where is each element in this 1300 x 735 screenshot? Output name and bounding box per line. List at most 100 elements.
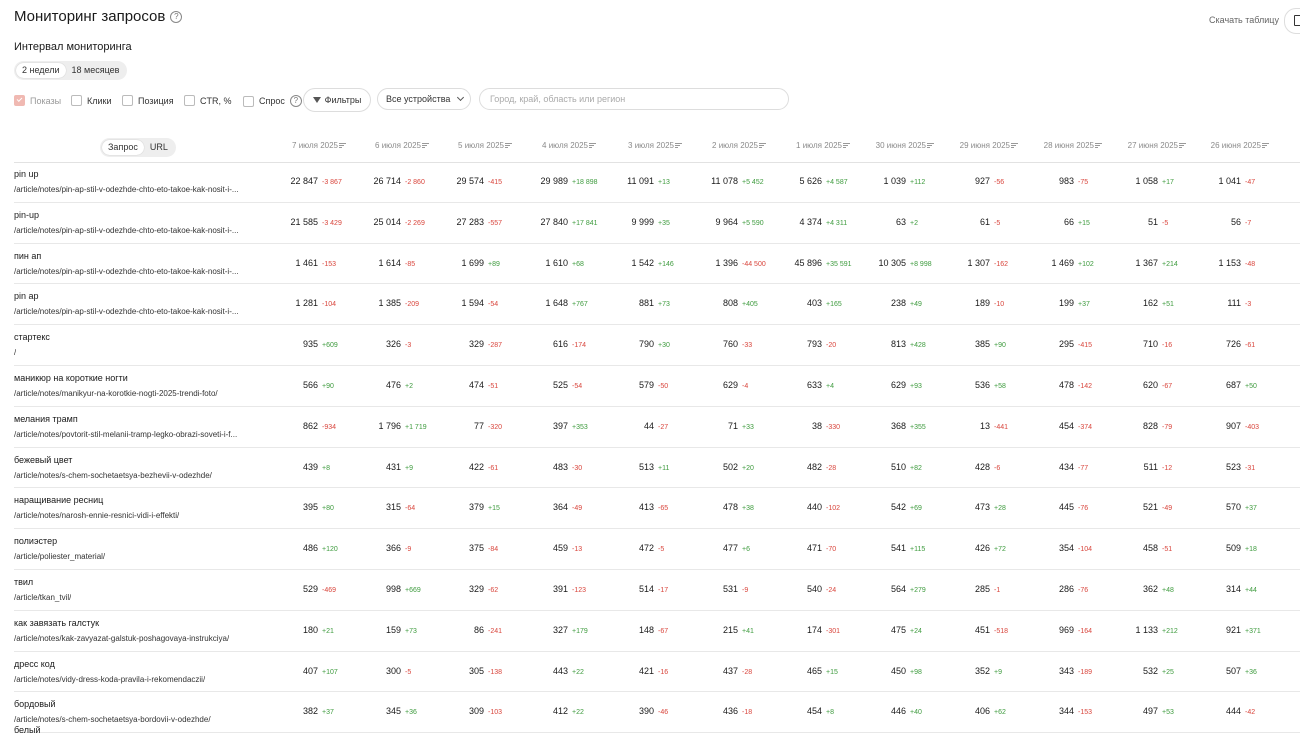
metric-delta: +212	[1162, 627, 1178, 635]
help-icon[interactable]: ?	[170, 10, 183, 23]
metric-value: 343	[1058, 665, 1074, 676]
metric-value: 10 305	[878, 257, 906, 268]
metric-delta: -44 500	[742, 260, 766, 268]
checkbox-clicks[interactable]: Клики	[71, 95, 112, 106]
metric-delta: -5	[1162, 219, 1169, 227]
sort-icon[interactable]	[505, 142, 512, 149]
region-input[interactable]	[479, 88, 789, 110]
date-column-header[interactable]: 26 июня 2025	[1211, 141, 1269, 150]
table-row[interactable]: pin up/article/notes/pin-ap-stil-v-odezh…	[14, 162, 1300, 203]
sort-icon[interactable]	[927, 142, 934, 149]
view-option-query[interactable]: Запрос	[102, 140, 144, 155]
metric-delta: -138	[488, 668, 503, 676]
date-column-header[interactable]: 27 июня 2025	[1128, 141, 1186, 150]
metric-delta: -62	[488, 586, 499, 594]
table-row[interactable]: твил/article/tkan_tvil/529 -469 998 +669 329…	[14, 570, 1300, 611]
checkbox-ctr[interactable]: CTR, %	[184, 95, 232, 106]
url-link[interactable]: /article/poliester_material/	[14, 552, 105, 561]
filters-button[interactable]: Фильтры	[303, 88, 371, 112]
checkbox-box[interactable]	[71, 95, 82, 106]
sort-icon[interactable]	[589, 142, 596, 149]
table-row[interactable]: наращивание ресниц/article/notes/narosh-…	[14, 488, 1300, 530]
date-column-header[interactable]: 29 июня 2025	[960, 141, 1018, 150]
date-column-header[interactable]: 4 июля 2025	[542, 141, 596, 150]
metric-value: 478	[722, 502, 738, 513]
metric-cell: 1 367 +214	[1118, 258, 1177, 268]
table-row[interactable]: маникюр на короткие ногти/article/notes/…	[14, 366, 1300, 407]
download-table-label[interactable]: Скачать таблицу	[1209, 15, 1279, 25]
checkbox-box[interactable]	[122, 95, 133, 106]
metric-cell: 687 +50	[1201, 380, 1257, 390]
url-link[interactable]: /article/notes/povtorit-stil-melanii-tra…	[14, 430, 237, 439]
table-row[interactable]: полиэстер/article/poliester_material/486…	[14, 529, 1300, 570]
url-link[interactable]: /article/notes/pin-ap-stil-v-odezhde-cht…	[14, 267, 239, 276]
sort-icon[interactable]	[759, 142, 766, 149]
metric-delta: -49	[1162, 505, 1173, 513]
table-row[interactable]: бордовый/article/notes/s-chem-sochetaets…	[14, 692, 1300, 734]
metric-value: 189	[974, 298, 990, 309]
checkbox-box[interactable]	[184, 95, 195, 106]
date-column-header[interactable]: 30 июня 2025	[876, 141, 934, 150]
devices-select[interactable]: Все устройства	[377, 88, 471, 110]
table-row[interactable]: как завязать галстук/article/notes/kak-z…	[14, 611, 1300, 652]
metric-value: 1 610	[545, 257, 568, 268]
checkbox-position[interactable]: Позиция	[122, 95, 174, 106]
interval-option-2-weeks[interactable]: 2 недели	[16, 63, 66, 78]
metric-cell: 27 283 -557	[444, 217, 502, 227]
table-row[interactable]: пин ап/article/notes/pin-ap-stil-v-odezh…	[14, 244, 1300, 285]
checkbox-box[interactable]	[14, 95, 25, 106]
date-column-header[interactable]: 1 июля 2025	[796, 141, 850, 150]
interval-option-18-months[interactable]: 18 месяцев	[66, 63, 126, 78]
url-link[interactable]: /article/notes/narosh-ennie-resnici-vidi…	[14, 511, 179, 520]
url-link[interactable]: /article/tkan_tvil/	[14, 593, 71, 602]
date-column-header[interactable]: 3 июля 2025	[628, 141, 682, 150]
url-link[interactable]: /article/notes/vidy-dress-koda-pravila-i…	[14, 675, 205, 684]
metric-cell: 1 307 -162	[950, 258, 1008, 268]
date-column-header[interactable]: 7 июля 2025	[292, 141, 346, 150]
checkbox-impressions[interactable]: Показы	[14, 95, 61, 106]
metric-cell: 511 -12	[1118, 462, 1172, 472]
table-row[interactable]: дресс код/article/notes/vidy-dress-koda-…	[14, 652, 1300, 693]
metric-delta: +405	[742, 301, 758, 309]
help-icon[interactable]: ?	[289, 95, 302, 107]
checkbox-demand[interactable]: Спрос?	[243, 95, 302, 107]
table-row[interactable]: бежевый цвет/article/notes/s-chem-sochet…	[14, 448, 1300, 489]
download-button[interactable]	[1284, 8, 1300, 34]
metric-delta: +58	[994, 382, 1006, 390]
sort-icon[interactable]	[843, 142, 850, 149]
metric-delta: +49	[910, 301, 922, 309]
sort-icon[interactable]	[339, 142, 346, 149]
metric-cell: 1 153 -48	[1201, 258, 1255, 268]
metric-value: 790	[638, 339, 654, 350]
date-column-header[interactable]: 6 июля 2025	[375, 141, 429, 150]
url-link[interactable]: /	[14, 348, 16, 357]
metric-value: 364	[552, 502, 568, 513]
table-row[interactable]: стартекс / 935 +609 326 -3 329 -287 616 -174 790 +3…	[14, 325, 1300, 366]
checkbox-box[interactable]	[243, 95, 254, 107]
url-link[interactable]: /article/notes/pin-ap-stil-v-odezhde-cht…	[14, 307, 239, 316]
url-link[interactable]: /article/notes/kak-zavyazat-galstuk-posh…	[14, 634, 229, 643]
sort-icon[interactable]	[675, 142, 682, 149]
url-link[interactable]: /article/notes/pin-ap-stil-v-odezhde-cht…	[14, 185, 239, 194]
url-link[interactable]: /article/notes/s-chem-sochetaetsya-bordo…	[14, 715, 211, 724]
date-column-header[interactable]: 2 июля 2025	[712, 141, 766, 150]
view-option-url[interactable]: URL	[144, 140, 174, 155]
date-column-header[interactable]: 5 июля 2025	[458, 141, 512, 150]
url-link[interactable]: /article/notes/manikyur-na-korotkie-nogt…	[14, 389, 218, 398]
sort-icon[interactable]	[1011, 142, 1018, 149]
metric-delta: -287	[488, 342, 503, 350]
table-row[interactable]: pin ap/article/notes/pin-ap-stil-v-odezh…	[14, 284, 1300, 326]
sort-icon[interactable]	[1095, 142, 1102, 149]
metric-value: 444	[1225, 706, 1241, 717]
url-link[interactable]: /article/notes/s-chem-sochetaetsya-bezhe…	[14, 471, 212, 480]
table-row[interactable]: pin-up/article/notes/pin-ap-stil-v-odezh…	[14, 203, 1300, 244]
metric-delta: +98	[910, 668, 922, 676]
sort-icon[interactable]	[1179, 142, 1186, 149]
sort-icon[interactable]	[1262, 142, 1269, 149]
metric-value: 564	[890, 583, 906, 594]
metric-value: 9 964	[715, 216, 738, 227]
sort-icon[interactable]	[422, 142, 429, 149]
date-column-header[interactable]: 28 июня 2025	[1044, 141, 1102, 150]
url-link[interactable]: /article/notes/pin-ap-stil-v-odezhde-cht…	[14, 226, 239, 235]
table-row[interactable]: мелания трамп/article/notes/povtorit-sti…	[14, 407, 1300, 448]
